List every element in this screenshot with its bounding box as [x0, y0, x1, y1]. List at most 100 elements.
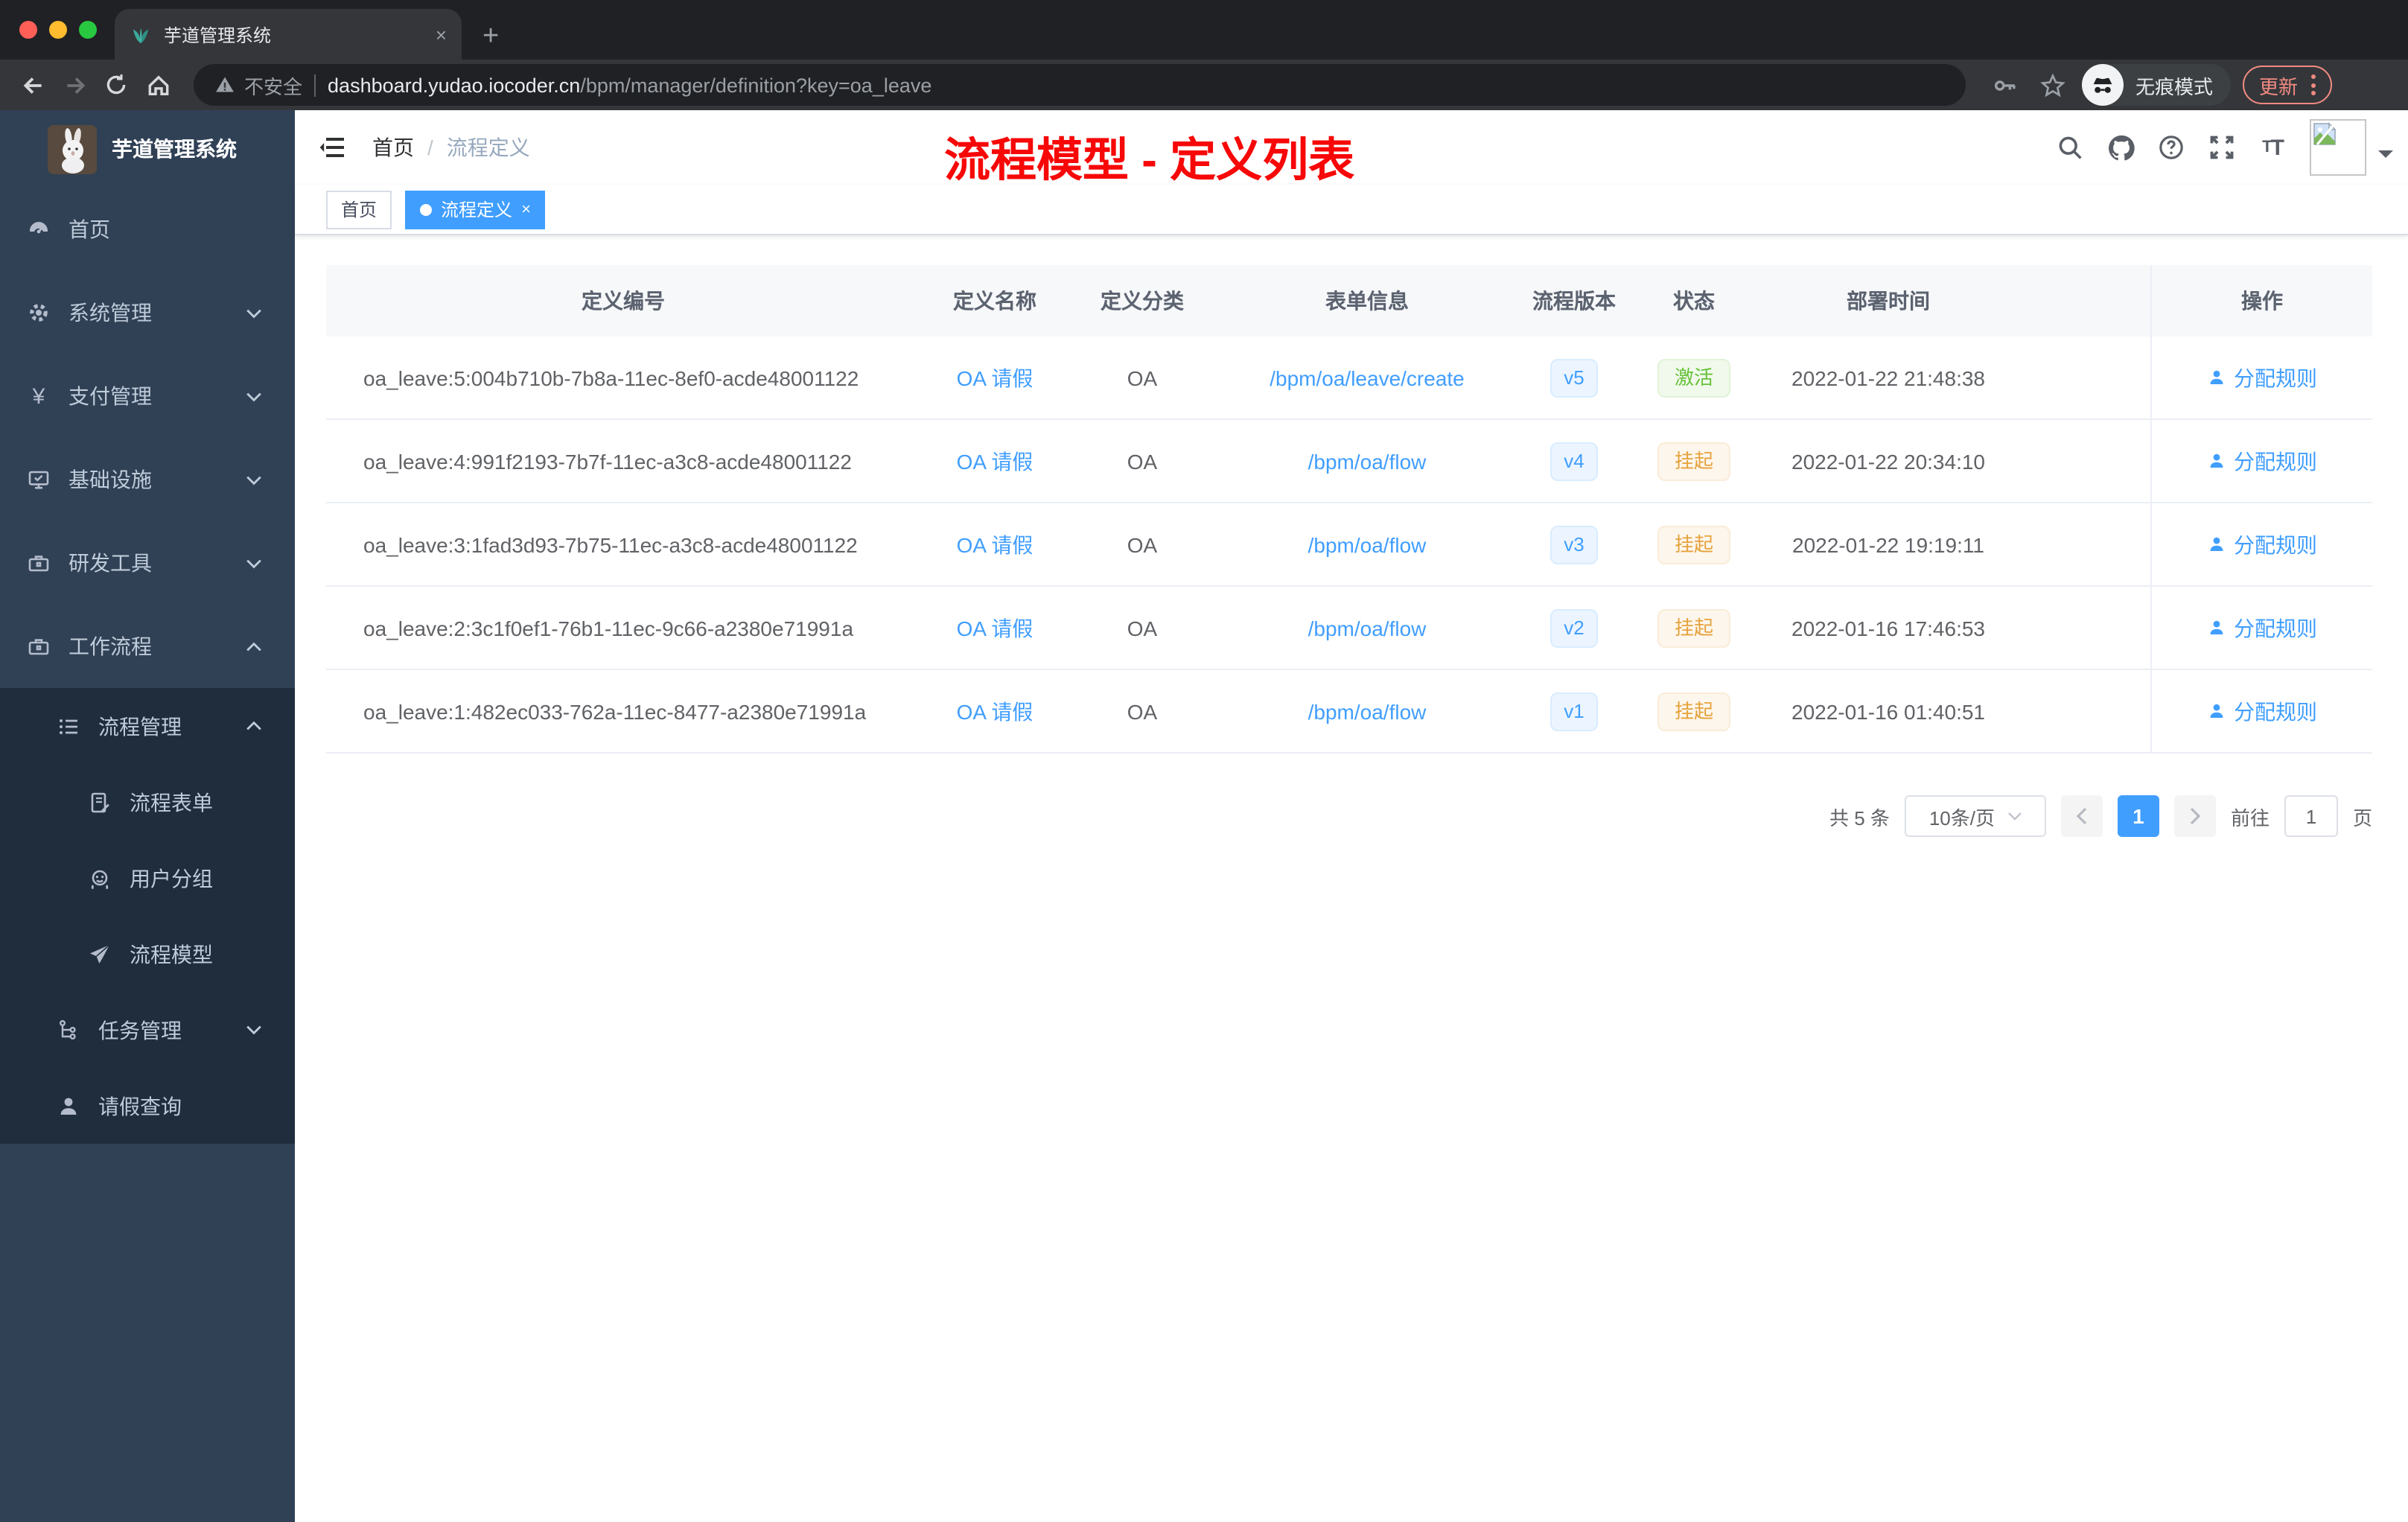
col-name: 定义名称 — [953, 289, 1036, 313]
chevron-down-icon — [246, 474, 262, 485]
url-path: /bpm/manager/definition?key=oa_leave — [580, 74, 932, 96]
font-size-icon[interactable]: TT — [2253, 128, 2292, 167]
prev-page-button[interactable] — [2060, 795, 2103, 837]
yuan-icon: ¥ — [32, 383, 45, 409]
active-dot — [420, 203, 433, 215]
tab-close-icon[interactable]: × — [436, 23, 447, 45]
favicon-grass-icon — [130, 23, 152, 45]
forward-icon[interactable] — [57, 67, 92, 103]
screen: 芋道管理系统 × + 不安全 dashboard.yudao.iocoder.c… — [0, 0, 2408, 1522]
pagination: 共 5 条 10条/页 1 前往 页 — [326, 795, 2372, 837]
toolbox-icon — [27, 551, 51, 575]
sidebar-item-process-model[interactable]: 流程模型 — [0, 916, 295, 992]
toolbar-right: 无痕模式 更新 — [1987, 64, 2333, 106]
definition-table: 定义编号 定义名称 定义分类 表单信息 流程版本 状态 部署时间 操作 oa_l… — [326, 265, 2372, 754]
col-status: 状态 — [1673, 289, 1715, 313]
version-badge[interactable]: v4 — [1550, 442, 1598, 480]
monitor-icon — [27, 468, 51, 491]
assign-rule-link[interactable]: 分配规则 — [2234, 529, 2317, 559]
list-icon — [57, 714, 80, 738]
col-form: 表单信息 — [1325, 289, 1409, 313]
caret-down-icon[interactable] — [2378, 150, 2393, 165]
incognito-badge: 无痕模式 — [2082, 64, 2232, 106]
tag-close-icon[interactable]: × — [521, 200, 531, 218]
back-icon[interactable] — [15, 67, 51, 103]
security-warning[interactable]: 不安全 — [214, 71, 302, 99]
assign-user-icon — [2210, 453, 2223, 468]
assign-user-icon — [2210, 370, 2223, 384]
incognito-icon — [2082, 64, 2124, 106]
version-badge[interactable]: v5 — [1550, 358, 1598, 397]
chevron-down-icon — [246, 1025, 262, 1035]
close-window-button[interactable] — [19, 21, 37, 39]
page-unit-label: 页 — [2352, 806, 2372, 829]
home-icon[interactable] — [140, 67, 176, 103]
broken-image-icon — [2313, 122, 2337, 146]
assign-rule-link[interactable]: 分配规则 — [2234, 446, 2317, 476]
sidebar-item-infrastructure[interactable]: 基础设施 — [0, 438, 295, 521]
page-content: 定义编号 定义名称 定义分类 表单信息 流程版本 状态 部署时间 操作 oa_l… — [295, 235, 2408, 1522]
sidebar-item-user-group[interactable]: 用户分组 — [0, 840, 295, 916]
help-icon[interactable] — [2152, 128, 2191, 167]
reload-icon[interactable] — [98, 67, 134, 103]
goto-page-input[interactable] — [2284, 795, 2338, 837]
app-logo — [48, 124, 97, 173]
status-badge: 挂起 — [1657, 442, 1730, 480]
col-actions: 操作 — [2150, 265, 2372, 337]
assign-rule-link[interactable]: 分配规则 — [2234, 613, 2317, 643]
sidebar-item-dev-tools[interactable]: 研发工具 — [0, 521, 295, 605]
avatar[interactable] — [2310, 119, 2366, 176]
status-badge: 挂起 — [1657, 525, 1730, 564]
page-size-select[interactable]: 10条/页 — [1904, 795, 2046, 837]
breadcrumb-home[interactable]: 首页 — [372, 133, 414, 162]
assign-rule-link[interactable]: 分配规则 — [2234, 696, 2317, 726]
fullscreen-icon[interactable] — [2202, 128, 2241, 167]
version-badge[interactable]: v2 — [1550, 608, 1598, 647]
warning-triangle-icon — [216, 77, 234, 92]
minimize-window-button[interactable] — [49, 21, 67, 39]
browser-update-button[interactable]: 更新 — [2243, 66, 2333, 104]
maximize-window-button[interactable] — [79, 21, 97, 39]
app-logo-row[interactable]: 芋道管理系统 — [0, 110, 295, 188]
window-controls[interactable] — [19, 21, 97, 39]
search-icon[interactable] — [2051, 128, 2089, 167]
table-row: oa_leave:3:1fad3d93-7b75-11ec-a3c8-acde4… — [326, 503, 2372, 587]
password-key-icon[interactable] — [1987, 67, 2022, 103]
bookmark-star-icon[interactable] — [2034, 67, 2070, 103]
browser-tab[interactable]: 芋道管理系统 × — [115, 9, 462, 60]
url-text[interactable]: dashboard.yudao.iocoder.cn/bpm/manager/d… — [328, 74, 931, 96]
sidebar-item-process-form[interactable]: 流程表单 — [0, 764, 295, 840]
status-badge: 激活 — [1657, 358, 1730, 397]
hamburger-fold-icon[interactable] — [319, 133, 348, 162]
sidebar-item-task-management[interactable]: 任务管理 — [0, 992, 295, 1068]
version-badge[interactable]: v1 — [1550, 692, 1598, 730]
annotation-title: 流程模型 - 定义列表 — [944, 134, 1355, 186]
form-edit-icon — [88, 790, 112, 814]
sidebar-item-system[interactable]: 系统管理 — [0, 271, 295, 354]
github-icon[interactable] — [2101, 128, 2140, 167]
tag-process-definition[interactable]: 流程定义 × — [405, 190, 546, 229]
sidebar-item-home[interactable]: 首页 — [0, 188, 295, 271]
tag-home[interactable]: 首页 — [326, 190, 392, 229]
page-1-button[interactable]: 1 — [2117, 795, 2159, 837]
new-tab-button[interactable]: + — [482, 22, 499, 51]
assign-rule-link[interactable]: 分配规则 — [2234, 363, 2317, 392]
next-page-button[interactable] — [2173, 795, 2216, 837]
version-badge[interactable]: v3 — [1550, 525, 1598, 564]
sidebar-item-payment[interactable]: ¥ 支付管理 — [0, 354, 295, 438]
gear-icon — [27, 301, 51, 325]
browser-menu-icon[interactable] — [2311, 74, 2316, 95]
sidebar-item-leave-query[interactable]: 请假查询 — [0, 1068, 295, 1144]
sidebar: 芋道管理系统 首页 系统管理 ¥ 支付管理 基础设施 研发工具 工作流程 流程管… — [0, 110, 295, 1522]
tree-icon — [57, 1018, 80, 1042]
chevron-up-icon — [246, 641, 262, 652]
chevron-down-icon — [246, 558, 262, 568]
chevron-down-icon — [246, 308, 262, 318]
sidebar-item-process-management[interactable]: 流程管理 — [0, 688, 295, 764]
navbar: 首页 / 流程定义 流程模型 - 定义列表 TT — [295, 110, 2408, 186]
table-row: oa_leave:5:004b710b-7b8a-11ec-8ef0-acde4… — [326, 337, 2372, 420]
sidebar-item-workflow[interactable]: 工作流程 — [0, 605, 295, 688]
navbar-actions: TT — [2051, 110, 2393, 185]
address-bar[interactable]: 不安全 dashboard.yudao.iocoder.cn/bpm/manag… — [194, 64, 1966, 106]
url-divider — [314, 74, 316, 96]
